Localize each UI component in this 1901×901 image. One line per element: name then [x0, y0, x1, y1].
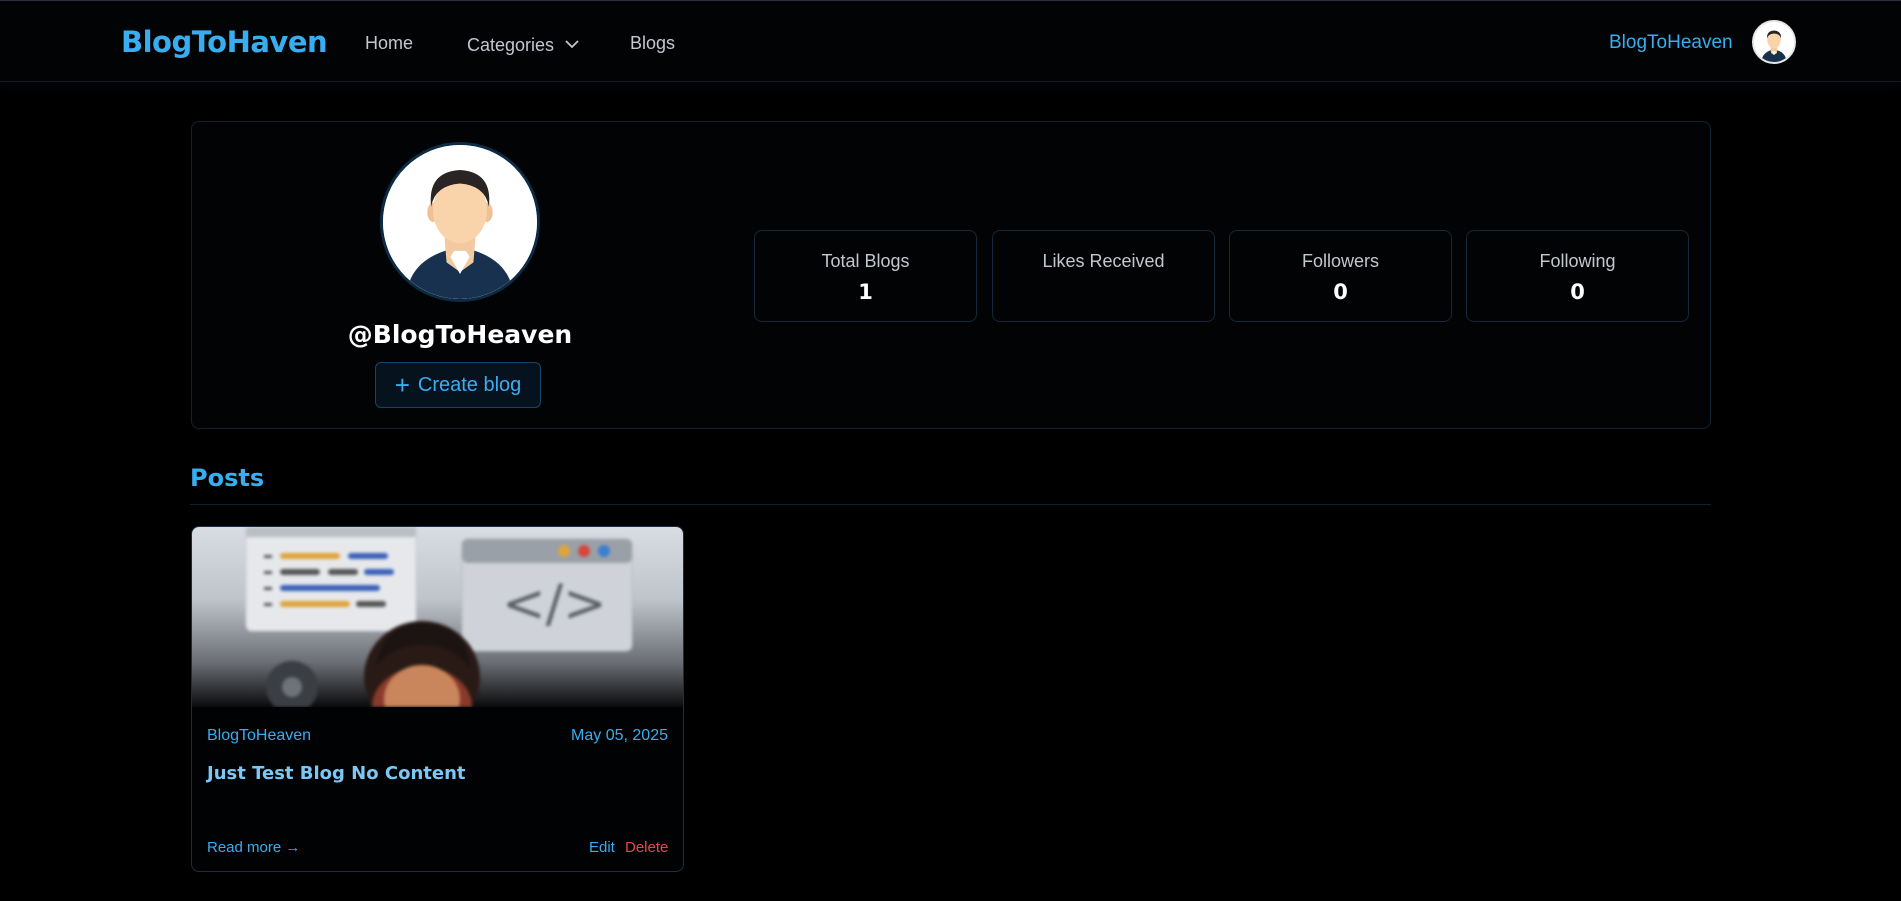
- delete-post-link[interactable]: Delete: [625, 839, 668, 856]
- post-author[interactable]: BlogToHeaven: [207, 727, 311, 745]
- stat-likes-received: Likes Received: [992, 230, 1215, 322]
- stat-label: Total Blogs: [821, 251, 910, 271]
- profile-avatar: [380, 142, 540, 302]
- edit-post-link[interactable]: Edit: [589, 839, 615, 856]
- profile-handle: @BlogToHeaven: [347, 320, 573, 349]
- post-card[interactable]: </> BlogToHeaven May 05, 2025 Just Test …: [191, 526, 684, 872]
- stat-value: 0: [1570, 280, 1585, 304]
- svg-text:</>: </>: [502, 574, 607, 634]
- stat-followers: Followers 0: [1229, 230, 1452, 322]
- avatar-icon: [1754, 22, 1794, 62]
- create-blog-label: Create blog: [417, 373, 522, 396]
- stat-total-blogs: Total Blogs 1: [754, 230, 977, 322]
- stat-following: Following 0: [1466, 230, 1689, 322]
- stat-value: 0: [1333, 280, 1348, 304]
- nav-blogs-link[interactable]: Blogs: [630, 33, 675, 54]
- post-title[interactable]: Just Test Blog No Content: [207, 763, 466, 784]
- stat-label: Following: [1539, 251, 1616, 271]
- read-more-link[interactable]: Read more →: [207, 839, 300, 856]
- top-navbar: BlogToHaven Home Categories Blogs BlogTo…: [0, 0, 1901, 82]
- posts-divider: [190, 504, 1711, 505]
- brand-logo[interactable]: BlogToHaven: [121, 25, 328, 59]
- nav-username-link[interactable]: BlogToHeaven: [1609, 32, 1733, 54]
- user-avatar-button[interactable]: [1752, 20, 1796, 64]
- post-date: May 05, 2025: [571, 727, 668, 744]
- stat-label: Followers: [1301, 251, 1380, 271]
- nav-categories-dropdown[interactable]: Categories: [467, 33, 579, 56]
- plus-icon: +: [394, 370, 410, 400]
- chevron-down-icon: [565, 33, 579, 54]
- nav-home-link[interactable]: Home: [365, 33, 413, 54]
- posts-heading: Posts: [190, 464, 265, 492]
- stat-label: Likes Received: [1042, 251, 1165, 271]
- profile-card: @BlogToHeaven + Create blog Total Blogs …: [191, 121, 1711, 429]
- avatar-icon: [383, 145, 537, 299]
- create-blog-button[interactable]: + Create blog: [375, 362, 541, 408]
- stat-value: 1: [858, 280, 873, 304]
- post-thumbnail: </>: [192, 527, 683, 707]
- nav-categories-label: Categories: [467, 35, 555, 55]
